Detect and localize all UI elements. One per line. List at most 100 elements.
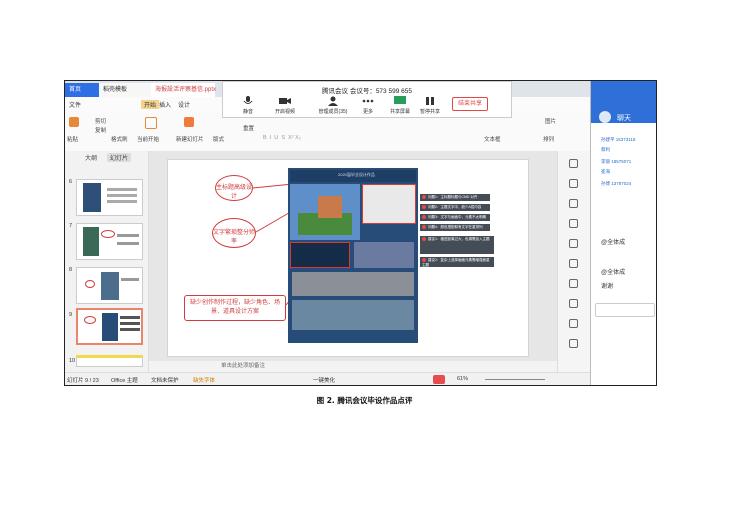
tool-icon[interactable] bbox=[569, 299, 578, 308]
missing-font[interactable]: 缺失字体 bbox=[193, 376, 215, 384]
mute-button[interactable]: 静音 bbox=[233, 96, 263, 115]
tool-icon[interactable] bbox=[569, 239, 578, 248]
note-item: 问题1：主标题标题与CMD 对齐 bbox=[420, 194, 490, 201]
slide-thumbnail-selected[interactable] bbox=[76, 308, 143, 345]
pause-share-label: 暂停共享 bbox=[419, 109, 440, 115]
reset-button[interactable]: 重置 bbox=[243, 124, 254, 132]
arrange-button[interactable]: 排列 bbox=[543, 135, 554, 143]
current-slide[interactable]: 主标题高级设计 文字繁琐整分师率 缺少创作制作过程，缺少角色、场景、道具设计方案… bbox=[167, 159, 529, 357]
tab-template[interactable]: 稻壳模板 bbox=[99, 83, 151, 97]
more-icon bbox=[362, 99, 374, 103]
chat-message: 谢谢 bbox=[601, 284, 614, 290]
meeting-toolbar: 腾讯会议 会议号：573 599 655 静音 开启视频 管理成员(35) 更多… bbox=[222, 81, 512, 118]
picture-button[interactable]: 图片 bbox=[545, 117, 556, 125]
paste-icon[interactable] bbox=[69, 117, 79, 127]
tool-icon[interactable] bbox=[569, 279, 578, 288]
share-screen-label: 共享屏幕 bbox=[389, 109, 410, 115]
chat-message: @全体成 bbox=[601, 270, 626, 276]
slide-number: 10 bbox=[69, 358, 76, 364]
avatar bbox=[599, 111, 611, 123]
new-slide-button[interactable]: 新建幻灯片 bbox=[176, 135, 204, 143]
note-item: 问题2：主题文字中，缺少A层内容 bbox=[420, 204, 490, 211]
camera-icon bbox=[279, 98, 291, 104]
tab-outline[interactable]: 大纲 bbox=[85, 153, 97, 162]
slide-number: 9 bbox=[69, 312, 73, 318]
members-icon bbox=[328, 96, 338, 106]
chat-message: @全体成 bbox=[601, 240, 626, 246]
chat-message: 蔡利 bbox=[601, 147, 610, 152]
format-painter-button[interactable]: 格式刷 bbox=[111, 135, 128, 143]
screenshot-frame: 首页 稻壳模板 海报設活评察基信.pptx 文件 开始 插入 设计 粘贴 剪切 … bbox=[64, 80, 657, 386]
note-item: 建议1：缩进距离过大，色调需加入主题 bbox=[420, 236, 494, 254]
page-indicator: 幻灯片 9 / 23 bbox=[67, 378, 99, 384]
note-item: 问题4：颜色搭配和有文字在重排列 bbox=[420, 224, 490, 231]
tool-icon[interactable] bbox=[569, 259, 578, 268]
tool-icon[interactable] bbox=[569, 199, 578, 208]
play-icon[interactable] bbox=[145, 117, 157, 129]
chat-message: 孙博 13787024 bbox=[601, 181, 632, 186]
tool-icon[interactable] bbox=[569, 319, 578, 328]
layout-button[interactable]: 版式 bbox=[213, 135, 224, 143]
more-button[interactable]: 更多 bbox=[353, 96, 383, 115]
beautify-button[interactable]: 一键美化 bbox=[313, 376, 335, 384]
chat-title: 聊天 bbox=[617, 115, 631, 122]
menu-start[interactable]: 开始 bbox=[141, 100, 160, 109]
chat-input[interactable] bbox=[595, 303, 655, 317]
meeting-title: 腾讯会议 会议号：573 599 655 bbox=[322, 88, 412, 95]
slide-thumbnail[interactable] bbox=[76, 267, 143, 304]
slide-thumbnail[interactable] bbox=[76, 355, 143, 367]
slide-thumbnail-panel: 大纲 幻灯片 6 7 8 9 10 bbox=[65, 151, 149, 372]
paste-button[interactable]: 粘贴 bbox=[67, 135, 78, 143]
right-toolbar bbox=[557, 151, 591, 372]
slide-number: 6 bbox=[69, 179, 73, 185]
more-label: 更多 bbox=[362, 109, 373, 115]
end-share-button[interactable]: 结束共享 bbox=[452, 97, 488, 111]
chat-message: 孙建平 15373118 bbox=[601, 137, 636, 142]
menu-insert[interactable]: 插入 bbox=[159, 100, 171, 109]
slide-thumbnail[interactable] bbox=[76, 179, 143, 216]
video-button[interactable]: 开启视频 bbox=[270, 96, 300, 115]
tool-icon[interactable] bbox=[569, 179, 578, 188]
screen-share-icon bbox=[394, 96, 406, 104]
poster-title: 2020届毕业设计作品 bbox=[338, 172, 375, 177]
zoom-slider[interactable] bbox=[485, 379, 545, 380]
tab-document[interactable]: 海报設活评察基信.pptx bbox=[151, 83, 216, 97]
figure-caption: 图 2. 腾讯会议毕设作品点评 bbox=[316, 396, 413, 405]
chat-panel: 聊天 孙建平 15373118 蔡利 李丽 18575071 崔海 孙博 137… bbox=[590, 81, 656, 385]
video-label: 开启视频 bbox=[274, 109, 295, 115]
slide-thumbnail[interactable] bbox=[76, 223, 143, 260]
status-bar: 幻灯片 9 / 23 Office 主题 文档未保护 缺失字体 一键美化 61% bbox=[65, 372, 590, 385]
chat-header: 聊天 bbox=[591, 81, 656, 123]
theme-label: Office 主题 bbox=[111, 378, 138, 384]
chat-message: 李丽 18575071 bbox=[601, 159, 632, 164]
new-slide-icon[interactable] bbox=[184, 117, 194, 127]
protect-status[interactable]: 文档未保护 bbox=[151, 376, 179, 384]
tool-icon[interactable] bbox=[569, 159, 578, 168]
cut-button[interactable]: 剪切 bbox=[95, 117, 106, 125]
note-item: 建议2：复杂上选择画面元素需增强面重主题 bbox=[420, 257, 494, 267]
chat-message: 崔海 bbox=[601, 169, 610, 174]
members-label: 管理成员(35) bbox=[318, 109, 348, 115]
tool-icon[interactable] bbox=[569, 219, 578, 228]
members-button[interactable]: 管理成员(35) bbox=[313, 96, 353, 115]
slide-canvas: 主标题高级设计 文字繁琐整分师率 缺少创作制作过程，缺少角色、场景、道具设计方案… bbox=[149, 151, 557, 369]
pause-share-button[interactable]: 暂停共享 bbox=[415, 96, 445, 115]
play-slideshow-icon[interactable] bbox=[433, 375, 445, 384]
share-screen-button[interactable]: 共享屏幕 bbox=[385, 96, 415, 115]
menu-file[interactable]: 文件 bbox=[69, 100, 81, 109]
tool-icon[interactable] bbox=[569, 339, 578, 348]
pause-icon bbox=[426, 97, 434, 105]
textbox-button[interactable]: 文本框 bbox=[484, 135, 501, 143]
menu-design[interactable]: 设计 bbox=[178, 100, 190, 109]
copy-button[interactable]: 复制 bbox=[95, 126, 106, 134]
from-current-button[interactable]: 当前开始 bbox=[137, 135, 159, 143]
poster-image: 2020届毕业设计作品 bbox=[288, 168, 418, 343]
microphone-icon bbox=[243, 96, 253, 104]
mute-label: 静音 bbox=[242, 109, 253, 115]
note-item: 问题3：文字与画面中，元素不太明确 bbox=[420, 214, 490, 221]
zoom-level: 61% bbox=[457, 376, 469, 382]
tab-home[interactable]: 首页 bbox=[65, 83, 99, 97]
notes-placeholder[interactable]: 单击此处添加备注 bbox=[221, 361, 265, 369]
tab-slides[interactable]: 幻灯片 bbox=[107, 153, 132, 162]
slide-number: 8 bbox=[69, 267, 73, 273]
